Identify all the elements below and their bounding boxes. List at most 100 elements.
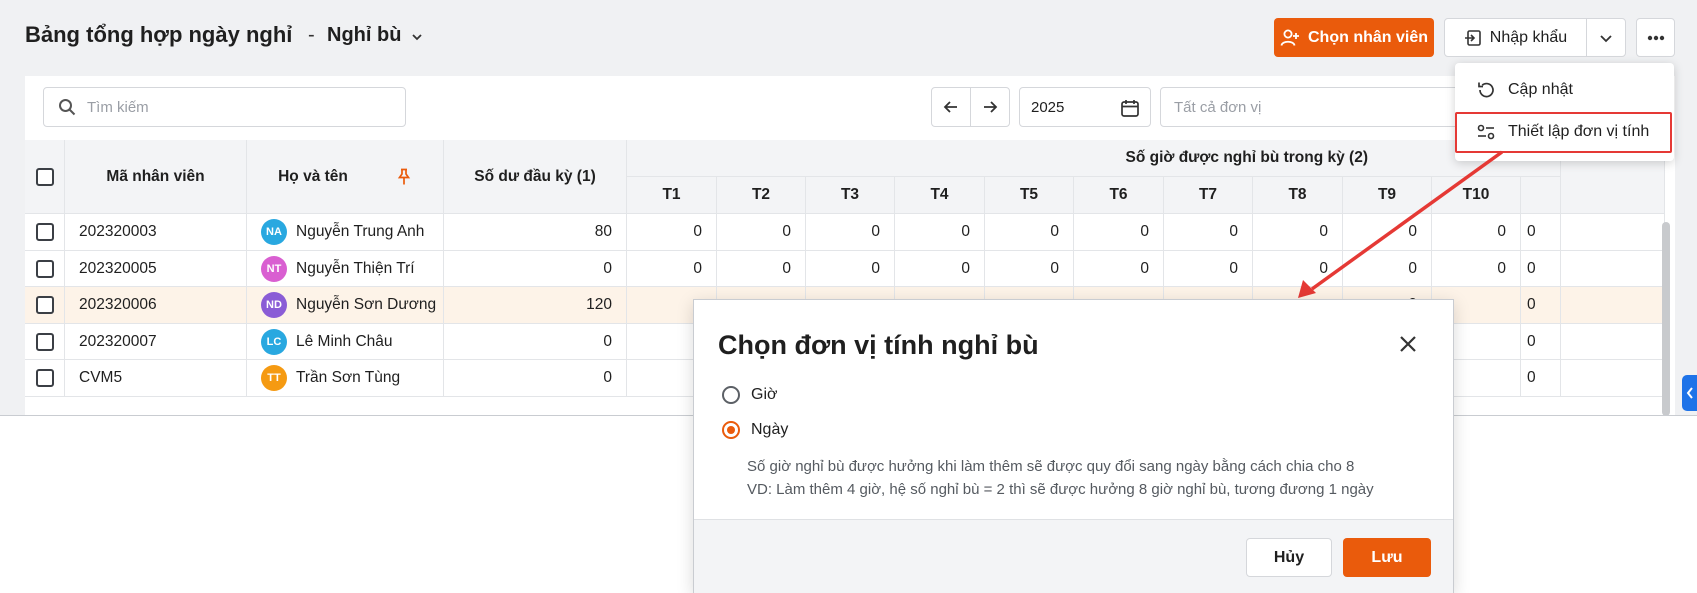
column-header-month-label: T1 [662,186,681,203]
column-header-extra [1521,177,1561,214]
avatar: LC [261,328,287,355]
month-value-cell: 0 [806,251,895,287]
avatar: TT [261,365,287,391]
option-hours[interactable]: Giờ [722,386,778,404]
chevron-down-icon [1600,34,1612,42]
option-days[interactable]: Ngày [722,421,788,439]
select-all-checkbox[interactable] [35,167,54,186]
menu-item-update[interactable]: Cập nhật [1455,70,1674,110]
month-value: 0 [871,259,880,277]
row-filler [1561,251,1665,287]
month-value: 0 [1319,223,1328,240]
add-user-icon [1280,29,1299,46]
row-filler [1561,287,1665,324]
radio-hours[interactable] [722,386,740,404]
column-header-employee-id: Mã nhân viên [65,140,247,214]
month-value: 0 [1497,223,1506,240]
chevron-down-icon[interactable] [410,30,424,44]
row-checkbox[interactable] [35,223,54,241]
opening-balance-cell: 80 [444,214,627,251]
employee-name: Trần Sơn Tùng [296,369,401,386]
extra-value: 0 [1527,369,1536,386]
employee-name: Nguyễn Sơn Dương [296,296,437,313]
month-value: 0 [1408,259,1417,277]
column-header-month: T2 [717,177,806,214]
month-value-cell: 0 [1253,251,1343,287]
opening-balance-value: 120 [586,296,612,313]
month-value-cell: 0 [806,214,895,251]
month-value-cell: 0 [1343,251,1432,287]
next-year-button[interactable] [970,87,1010,127]
close-icon[interactable] [1399,335,1417,353]
search-box[interactable] [43,87,406,127]
employee-id: 202320007 [79,332,157,350]
extra-value-cell: 0 [1521,324,1561,360]
column-header-month-label: T8 [1288,186,1307,203]
employee-name: Lê Minh Châu [296,332,393,350]
month-value: 0 [1408,223,1417,240]
column-header-month: T5 [985,177,1074,214]
search-input[interactable] [87,88,387,126]
vertical-scrollbar[interactable] [1662,222,1670,415]
previous-year-button[interactable] [931,87,971,127]
column-header-full-name-label: Họ và tên [278,167,348,185]
annotation-highlight-box [1455,112,1672,153]
column-header-month: T9 [1343,177,1432,214]
employee-name-cell: TT Trần Sơn Tùng [247,360,444,397]
conversion-example: VD: Làm thêm 4 giờ, hệ số nghỉ bù = 2 th… [747,481,1374,498]
month-value: 0 [961,223,970,240]
column-header-month: T4 [895,177,985,214]
column-group-header-period-label: Số giờ được nghỉ bù trong kỳ (2) [1125,149,1368,166]
row-checkbox[interactable] [35,259,54,278]
opening-balance-value: 80 [594,223,612,240]
employee-id: 202320006 [79,296,157,313]
leave-type-selector[interactable]: Nghỉ bù [327,24,401,47]
column-header-month-label: T4 [930,186,949,203]
radio-days[interactable] [722,421,740,439]
extra-value: 0 [1527,259,1536,277]
month-value-cell: 0 [1343,214,1432,251]
search-icon [59,99,76,116]
month-value-cell: 0 [1432,251,1521,287]
chevron-left-icon [1686,387,1693,399]
employee-name-cell: LC Lê Minh Châu [247,324,444,360]
month-value: 0 [693,259,702,277]
extra-value: 0 [1527,332,1536,350]
month-value-cell: 0 [1164,214,1253,251]
column-header-opening-balance: Số dư đầu kỳ (1) [444,140,627,214]
opening-balance-value: 0 [603,259,612,277]
select-employee-label: Chọn nhân viên [1308,28,1428,46]
pin-icon[interactable] [396,168,412,186]
import-icon [1464,29,1481,46]
month-value: 0 [782,259,791,277]
row-checkbox[interactable] [35,369,54,387]
import-button[interactable]: Nhập khẩu [1444,18,1587,57]
column-header-month: T3 [806,177,895,214]
year-picker[interactable]: 2025 [1019,87,1151,127]
arrow-right-icon [984,101,998,113]
row-select-cell [25,214,65,251]
month-value-cell: 0 [1432,214,1521,251]
extra-value-cell: 0 [1521,287,1561,324]
arrow-left-icon [943,101,957,113]
option-hours-label: Giờ [751,386,778,403]
import-dropdown-button[interactable] [1586,18,1626,57]
column-header-month-label: T10 [1462,186,1490,203]
calendar-icon [1121,100,1139,117]
select-employee-button[interactable]: Chọn nhân viên [1274,18,1434,57]
unit-select[interactable]: Tất cả đơn vị [1160,87,1460,127]
employee-id: 202320003 [79,223,157,240]
side-panel-toggle[interactable] [1682,375,1697,411]
column-header-month-label: T6 [1109,186,1128,203]
month-value: 0 [961,259,970,277]
row-checkbox[interactable] [35,296,54,314]
month-value: 0 [871,223,880,240]
month-value: 0 [782,223,791,240]
column-header-month-label: T2 [751,186,771,203]
more-options-button[interactable] [1636,18,1675,57]
cancel-button[interactable]: Hủy [1246,538,1332,577]
save-button[interactable]: Lưu [1343,538,1431,577]
employee-name: Nguyễn Thiện Trí [296,259,415,277]
row-checkbox[interactable] [35,332,54,351]
opening-balance-cell: 120 [444,287,627,324]
